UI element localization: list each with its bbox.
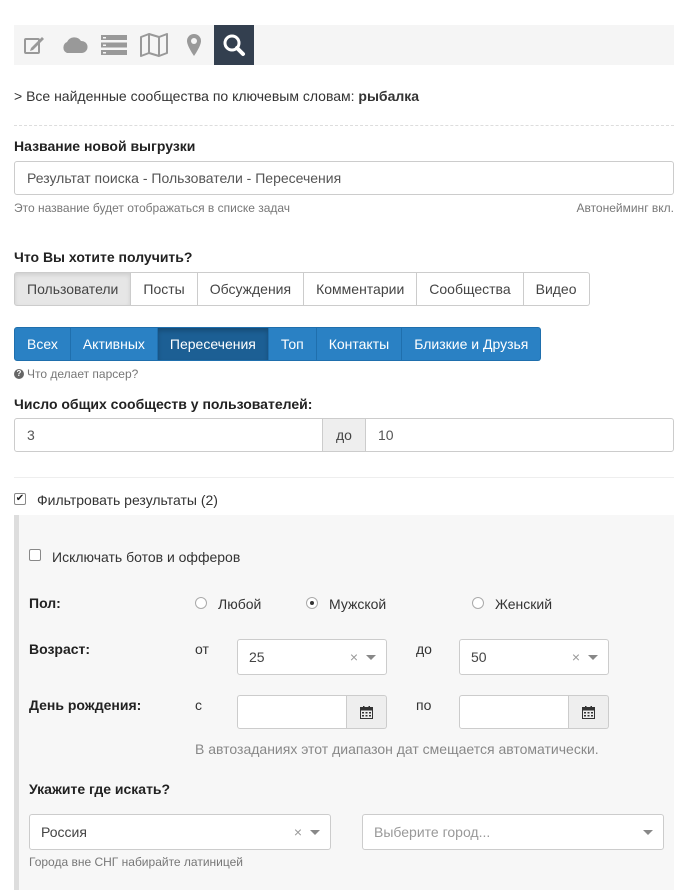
location-pin-icon[interactable] bbox=[174, 25, 214, 65]
what-to-get-tabs: Пользователи Посты Обсуждения Комментари… bbox=[14, 272, 590, 306]
calendar-icon[interactable] bbox=[347, 695, 387, 729]
common-groups-label: Число общих сообществ у пользователей: bbox=[14, 396, 313, 412]
age-to-select[interactable]: 50 × bbox=[459, 639, 609, 675]
birthday-from-input[interactable] bbox=[237, 695, 347, 729]
parser-mode-tabs: Всех Активных Пересечения Топ Контакты Б… bbox=[14, 327, 542, 361]
clear-icon[interactable]: × bbox=[350, 649, 358, 665]
toolbar bbox=[14, 25, 674, 65]
filter-label: Фильтровать результаты (2) bbox=[37, 492, 218, 508]
birthday-label: День рождения: bbox=[29, 697, 142, 713]
export-name-input[interactable] bbox=[14, 161, 674, 195]
birthday-from-label: с bbox=[195, 697, 202, 713]
calendar-icon[interactable] bbox=[569, 695, 609, 729]
age-label: Возраст: bbox=[29, 641, 91, 657]
search-icon[interactable] bbox=[214, 25, 254, 65]
location-label: Укажите где искать? bbox=[29, 781, 171, 797]
mode-all[interactable]: Всех bbox=[14, 327, 71, 361]
mode-active[interactable]: Активных bbox=[70, 327, 158, 361]
gender-male-label: Мужской bbox=[329, 596, 387, 612]
gender-label: Пол: bbox=[29, 595, 61, 611]
age-to-value: 50 bbox=[471, 649, 487, 665]
tab-communities[interactable]: Сообщества bbox=[417, 272, 524, 306]
tab-video[interactable]: Видео bbox=[523, 272, 590, 306]
gender-female-label: Женский bbox=[495, 596, 553, 612]
filter-checkbox[interactable]: ✔ bbox=[14, 493, 26, 505]
common-groups-from-input[interactable]: 3 bbox=[14, 418, 323, 452]
age-from-label: от bbox=[195, 641, 209, 657]
parser-help-link[interactable]: ? Что делает парсер? bbox=[14, 367, 138, 381]
export-name-help: Это название будет отображаться в списке… bbox=[14, 201, 291, 215]
breadcrumb-prefix: > Все найденные сообщества по ключевым с… bbox=[14, 88, 355, 104]
gender-male-radio[interactable] bbox=[306, 597, 318, 609]
gender-any-label: Любой bbox=[218, 596, 262, 612]
breadcrumb-keyword: рыбалка bbox=[358, 88, 420, 104]
birthday-to-field bbox=[459, 695, 609, 729]
mode-close-friends[interactable]: Близкие и Друзья bbox=[402, 327, 542, 361]
autonaming-toggle[interactable]: Автонейминг вкл. bbox=[576, 201, 674, 215]
common-groups-to-addon: до bbox=[322, 418, 366, 452]
chevron-down-icon bbox=[588, 655, 598, 660]
city-placeholder: Выберите город... bbox=[374, 824, 491, 840]
mode-top[interactable]: Топ bbox=[268, 327, 317, 361]
city-select[interactable]: Выберите город... bbox=[362, 814, 664, 850]
city-help: Города вне СНГ набирайте латиницей bbox=[29, 855, 243, 869]
tab-posts[interactable]: Посты bbox=[131, 272, 198, 306]
map-icon[interactable] bbox=[134, 25, 174, 65]
divider bbox=[14, 477, 674, 478]
birthday-to-label: по bbox=[416, 697, 432, 713]
birthday-note: В автозаданиях этот диапазон дат смещает… bbox=[195, 741, 599, 757]
gender-any-radio[interactable] bbox=[195, 597, 207, 609]
birthday-to-input[interactable] bbox=[459, 695, 569, 729]
parser-help-text: Что делает парсер? bbox=[27, 367, 139, 381]
tab-users[interactable]: Пользователи bbox=[14, 272, 132, 306]
tab-comments[interactable]: Комментарии bbox=[304, 272, 418, 306]
exclude-bots-label: Исключать ботов и офферов bbox=[52, 549, 241, 565]
age-from-value: 25 bbox=[249, 649, 265, 665]
exclude-bots-checkbox[interactable] bbox=[29, 549, 41, 561]
cloud-icon[interactable] bbox=[54, 25, 94, 65]
breadcrumb: > Все найденные сообщества по ключевым с… bbox=[14, 88, 419, 104]
chevron-down-icon bbox=[310, 830, 320, 835]
divider bbox=[14, 125, 674, 126]
birthday-from-field bbox=[237, 695, 387, 729]
tab-discussions[interactable]: Обсуждения bbox=[197, 272, 305, 306]
question-circle-icon: ? bbox=[14, 369, 24, 379]
clear-icon[interactable]: × bbox=[294, 824, 302, 840]
clear-icon[interactable]: × bbox=[572, 649, 580, 665]
chevron-down-icon bbox=[643, 830, 653, 835]
list-icon[interactable] bbox=[94, 25, 134, 65]
country-select[interactable]: Россия × bbox=[29, 814, 331, 850]
country-value: Россия bbox=[41, 824, 87, 840]
age-to-label: до bbox=[416, 641, 432, 657]
export-name-label: Название новой выгрузки bbox=[14, 138, 196, 154]
what-to-get-label: Что Вы хотите получить? bbox=[14, 249, 193, 265]
age-from-select[interactable]: 25 × bbox=[237, 639, 387, 675]
mode-contacts[interactable]: Контакты bbox=[316, 327, 403, 361]
edit-icon[interactable] bbox=[14, 25, 54, 65]
common-groups-to-input[interactable]: 10 bbox=[365, 418, 674, 452]
gender-female-radio[interactable] bbox=[472, 597, 484, 609]
chevron-down-icon bbox=[366, 655, 376, 660]
mode-intersections[interactable]: Пересечения bbox=[157, 327, 269, 361]
